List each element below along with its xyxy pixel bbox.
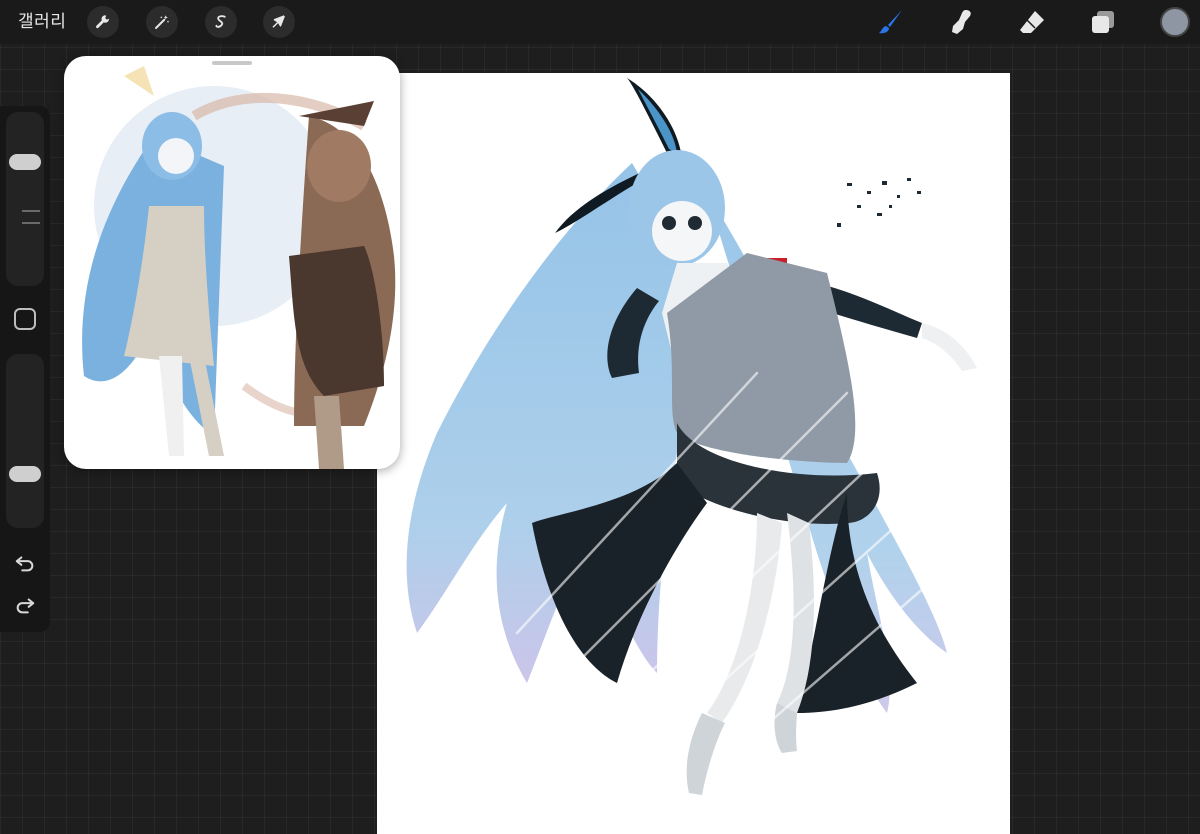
magic-wand-icon (155, 15, 170, 29)
layers-button[interactable] (1087, 6, 1119, 38)
adjustments-button[interactable] (146, 6, 178, 38)
redo-icon (16, 598, 35, 614)
selection-button[interactable] (205, 6, 237, 38)
undo-button[interactable] (12, 550, 38, 576)
opacity-thumb[interactable] (9, 465, 41, 482)
brush-size-slider[interactable] (6, 112, 44, 286)
transform-button[interactable] (263, 6, 295, 38)
top-toolbar: 갤러리 (0, 0, 1200, 44)
left-sidebar (0, 106, 50, 632)
arrow-cursor-icon (272, 15, 285, 28)
color-picker-button[interactable] (1160, 7, 1190, 37)
redo-button[interactable] (12, 592, 38, 618)
character-illustration (406, 78, 989, 795)
wrench-icon (96, 15, 110, 29)
actions-button[interactable] (87, 6, 119, 38)
gallery-button[interactable]: 갤러리 (18, 8, 66, 36)
eraser-tool-button[interactable] (1016, 6, 1048, 38)
brush-icon (879, 10, 902, 34)
slider-tick (22, 222, 40, 224)
slider-tick (22, 210, 40, 212)
selection-s-icon (215, 15, 226, 28)
brush-tool-button[interactable] (875, 6, 907, 38)
layers-icon (1092, 11, 1114, 33)
opacity-slider[interactable] (6, 354, 44, 528)
undo-icon (15, 556, 34, 572)
drawing-canvas[interactable] (377, 73, 1010, 834)
brush-size-thumb[interactable] (9, 154, 41, 170)
modify-button[interactable] (14, 308, 36, 330)
smudge-finger-icon (952, 10, 971, 34)
reference-illustration (82, 66, 396, 469)
eraser-icon (1020, 11, 1044, 33)
smudge-tool-button[interactable] (946, 6, 978, 38)
reference-window[interactable] (64, 56, 400, 469)
reference-drag-handle[interactable] (212, 61, 252, 65)
